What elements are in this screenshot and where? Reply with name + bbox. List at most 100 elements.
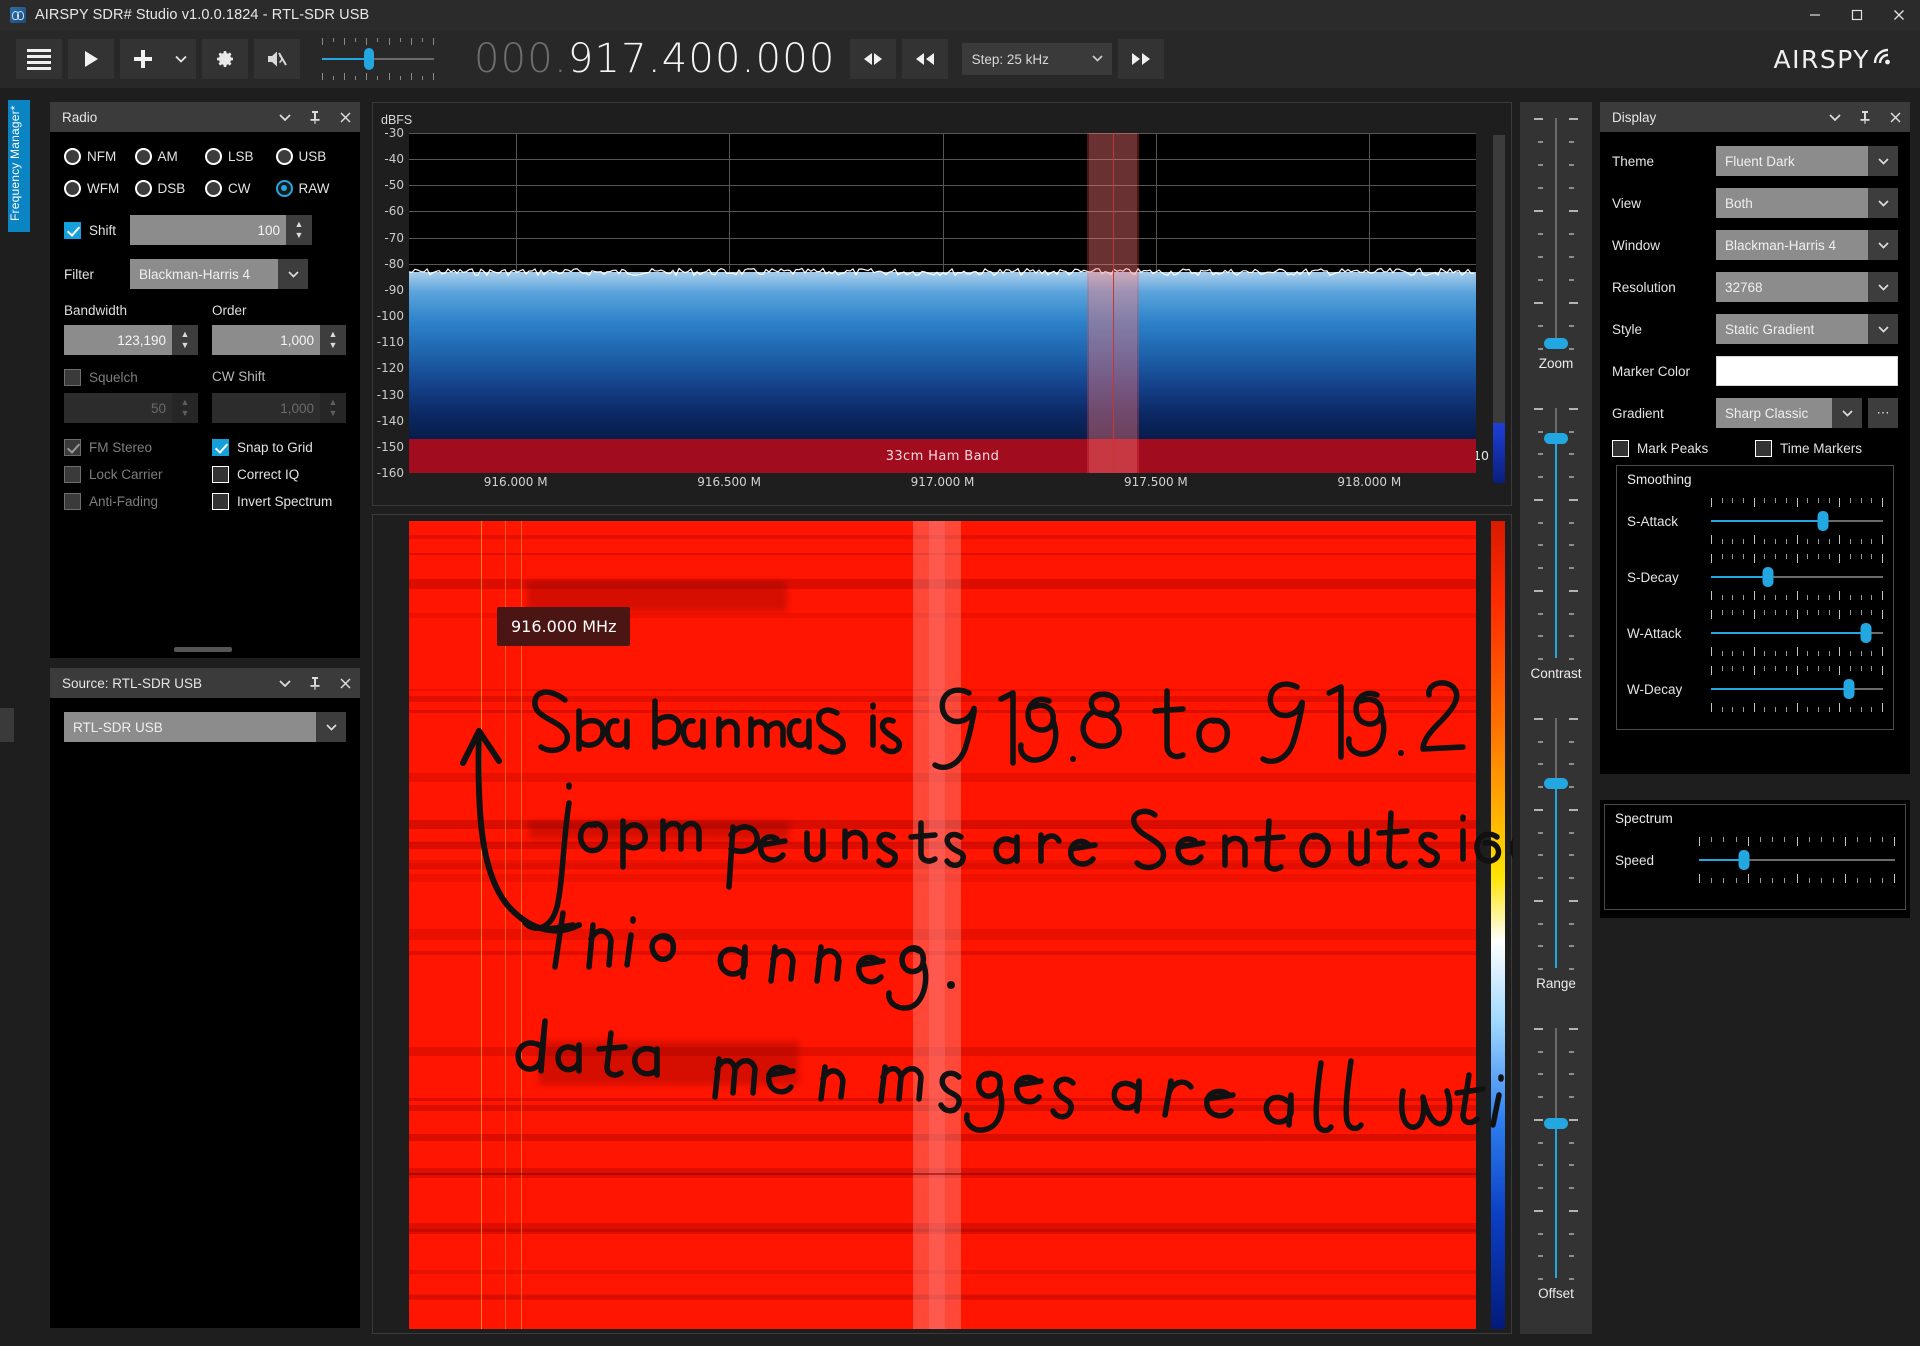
slider-thumb[interactable] bbox=[1860, 623, 1872, 643]
w-attack-slider[interactable] bbox=[1711, 610, 1883, 656]
x-axis-tick: 917.000 M bbox=[910, 475, 975, 489]
s-decay-slider[interactable] bbox=[1711, 554, 1883, 600]
mode-option-dsb[interactable]: DSB bbox=[134, 180, 206, 197]
mode-option-usb[interactable]: USB bbox=[275, 148, 347, 165]
chevron-down-icon[interactable] bbox=[1868, 272, 1898, 302]
snap-to-grid-checkbox[interactable] bbox=[212, 439, 229, 456]
vertical-slider-thumb[interactable] bbox=[1544, 433, 1568, 444]
volume-slider[interactable] bbox=[322, 38, 434, 80]
frequency-display[interactable]: 000.917.400.000 bbox=[474, 36, 836, 82]
bandwidth-value[interactable]: 123,190 bbox=[64, 325, 172, 355]
chevron-down-icon[interactable] bbox=[316, 712, 346, 742]
w-decay-slider[interactable] bbox=[1711, 666, 1883, 712]
close-icon[interactable] bbox=[1880, 102, 1910, 132]
radio-panel-resize-handle[interactable] bbox=[174, 647, 232, 652]
marker-color-swatch[interactable] bbox=[1716, 356, 1898, 386]
play-icon[interactable] bbox=[68, 39, 114, 79]
rewind-icon[interactable] bbox=[901, 39, 948, 79]
filter-value[interactable]: Blackman-Harris 4 bbox=[130, 259, 278, 289]
mode-option-am[interactable]: AM bbox=[134, 148, 206, 165]
time-markers-checkbox[interactable] bbox=[1755, 440, 1772, 457]
chevron-down-icon[interactable] bbox=[1868, 146, 1898, 176]
vertical-slider-thumb[interactable] bbox=[1544, 1118, 1568, 1129]
spectrum-y-axis: -30 -40 -50 -60 -70 -80 -90 -100 -110 -120 -130 -14… bbox=[373, 126, 407, 480]
squelch-checkbox[interactable] bbox=[64, 369, 81, 386]
shift-value[interactable]: 100 bbox=[130, 215, 287, 245]
anti-fading-label: Anti-Fading bbox=[89, 494, 159, 509]
source-panel: Source: RTL-SDR USB RTL-SDR USB bbox=[50, 668, 360, 1328]
shift-checkbox[interactable] bbox=[64, 221, 81, 239]
slider-thumb[interactable] bbox=[1762, 567, 1774, 587]
vertical-slider-thumb[interactable] bbox=[1544, 778, 1568, 789]
s-attack-slider[interactable] bbox=[1711, 498, 1883, 544]
mode-option-lsb[interactable]: LSB bbox=[205, 148, 276, 165]
style-value[interactable]: Static Gradient bbox=[1716, 314, 1868, 344]
pin-icon[interactable] bbox=[300, 102, 330, 132]
correct-iq-checkbox[interactable] bbox=[212, 466, 229, 483]
chevron-down-icon[interactable] bbox=[278, 259, 308, 289]
step-dropdown[interactable]: Step: 25 kHz bbox=[961, 43, 1112, 75]
theme-value[interactable]: Fluent Dark bbox=[1716, 146, 1868, 176]
chevron-down-icon[interactable] bbox=[1868, 230, 1898, 260]
close-button[interactable] bbox=[1878, 0, 1920, 30]
slider-ticks bbox=[1569, 1028, 1578, 1280]
chevron-down-icon[interactable] bbox=[270, 102, 300, 132]
chevron-down-icon[interactable] bbox=[1868, 314, 1898, 344]
left-right-arrows-icon[interactable] bbox=[849, 39, 896, 79]
spectrum-analyzer[interactable]: dBFS -30 -40 -50 -60 -70 -80 -90 -100 -110 -120 -1… bbox=[372, 102, 1512, 506]
slider-thumb[interactable] bbox=[1738, 850, 1750, 870]
radio-panel-body: NFM AM LSB USB WFM DSB CW RAW Shift 100 … bbox=[50, 132, 360, 510]
chevron-down-icon[interactable] bbox=[1868, 188, 1898, 218]
hamburger-icon[interactable] bbox=[16, 39, 62, 79]
waterfall-vfo-passband[interactable] bbox=[929, 521, 945, 1329]
rail-handle[interactable] bbox=[0, 708, 14, 742]
chevron-down-icon[interactable] bbox=[270, 668, 300, 698]
chevron-down-icon[interactable] bbox=[1832, 398, 1862, 428]
minimize-button[interactable] bbox=[1794, 0, 1836, 30]
invert-spectrum-checkbox[interactable] bbox=[212, 493, 229, 510]
vfo-center-line[interactable] bbox=[1113, 133, 1115, 473]
w-decay-row: W-Decay bbox=[1627, 661, 1883, 717]
vertical-slider-thumb[interactable] bbox=[1544, 338, 1568, 350]
spectrum-scrollbar[interactable] bbox=[1493, 135, 1505, 471]
chevron-down-icon[interactable] bbox=[1820, 102, 1850, 132]
gradient-value[interactable]: Sharp Classic bbox=[1716, 398, 1832, 428]
fast-forward-icon[interactable] bbox=[1117, 39, 1164, 79]
close-icon[interactable] bbox=[330, 102, 360, 132]
window-value[interactable]: Blackman-Harris 4 bbox=[1716, 230, 1868, 260]
mark-peaks-checkbox[interactable] bbox=[1612, 440, 1629, 457]
gradient-more-button[interactable]: ⋯ bbox=[1868, 398, 1898, 428]
resolution-label: Resolution bbox=[1612, 279, 1676, 295]
shift-stepper[interactable]: ▲ ▼ bbox=[286, 215, 313, 245]
vertical-slider-track[interactable] bbox=[1555, 118, 1557, 348]
slider-fill bbox=[1711, 632, 1866, 634]
airspy-logo: AIRSPY bbox=[1773, 45, 1898, 74]
waterfall-display[interactable]: 916.000 MHz bbox=[372, 514, 1513, 1334]
spectrum-group: Spectrum Speed bbox=[1604, 804, 1906, 910]
resolution-value[interactable]: 32768 bbox=[1716, 272, 1868, 302]
order-value[interactable]: 1,000 bbox=[212, 325, 320, 355]
speed-slider[interactable] bbox=[1699, 837, 1895, 883]
bandwidth-stepper[interactable]: ▲ ▼ bbox=[172, 325, 198, 355]
gear-icon[interactable] bbox=[202, 39, 248, 79]
mode-option-raw[interactable]: RAW bbox=[275, 180, 347, 197]
pin-icon[interactable] bbox=[1850, 102, 1880, 132]
source-device-value[interactable]: RTL-SDR USB bbox=[64, 712, 316, 742]
order-stepper[interactable]: ▲ ▼ bbox=[320, 325, 346, 355]
plus-icon[interactable] bbox=[120, 39, 166, 79]
slider-thumb[interactable] bbox=[1843, 679, 1855, 699]
close-icon[interactable] bbox=[330, 668, 360, 698]
chevron-down-icon[interactable] bbox=[166, 39, 196, 79]
volume-thumb[interactable] bbox=[364, 48, 375, 70]
display-panel-header: Display bbox=[1600, 102, 1910, 132]
mode-option-nfm[interactable]: NFM bbox=[64, 148, 135, 165]
mode-option-cw[interactable]: CW bbox=[205, 180, 276, 197]
frequency-manager-tab[interactable]: Frequency Manager* bbox=[8, 100, 30, 232]
maximize-button[interactable] bbox=[1836, 0, 1878, 30]
pin-icon[interactable] bbox=[300, 668, 330, 698]
frequency-value: 917.400.000 bbox=[567, 36, 836, 82]
mode-option-wfm[interactable]: WFM bbox=[64, 180, 135, 197]
mute-icon[interactable] bbox=[254, 39, 300, 79]
slider-thumb[interactable] bbox=[1817, 511, 1829, 531]
view-value[interactable]: Both bbox=[1716, 188, 1868, 218]
